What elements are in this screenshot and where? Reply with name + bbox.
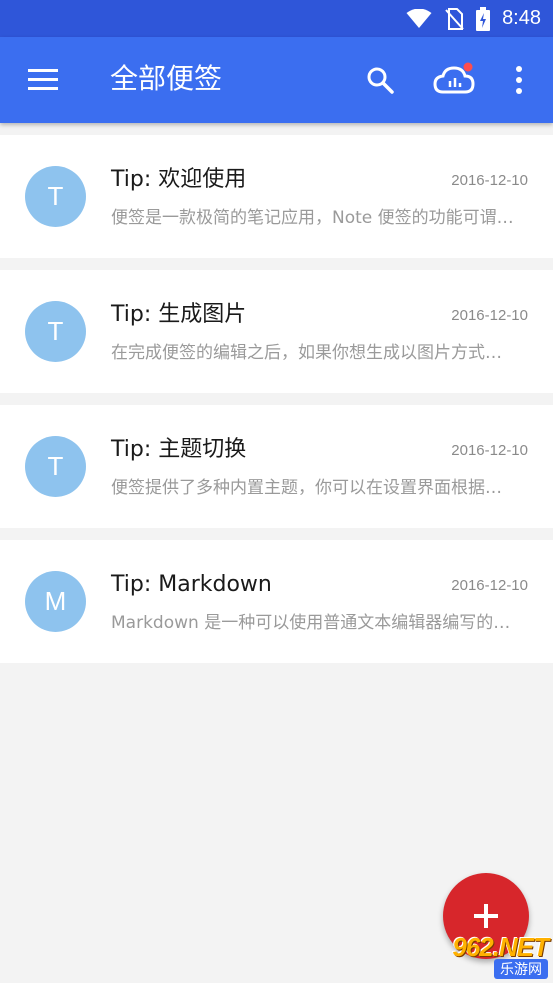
note-preview: 便签提供了多种内置主题，你可以在设置界面根据… xyxy=(111,478,502,498)
status-bar: 8:48 xyxy=(0,0,553,37)
note-date: 2016-12-10 xyxy=(451,307,528,324)
no-sim-icon xyxy=(444,7,464,30)
note-preview: 便签是一款极简的笔记应用，Note 便签的功能可谓… xyxy=(111,208,514,228)
add-note-button[interactable] xyxy=(443,873,529,959)
avatar: M xyxy=(25,571,86,632)
note-list: T Tip: 欢迎使用 2016-12-10 便签是一款极简的笔记应用，Note… xyxy=(0,135,553,675)
wifi-icon xyxy=(406,8,432,29)
note-title: Tip: Markdown xyxy=(111,572,272,597)
search-icon[interactable] xyxy=(359,59,401,101)
note-title: Tip: 主题切换 xyxy=(111,437,247,462)
cloud-sync-icon[interactable] xyxy=(433,59,475,101)
note-item[interactable]: M Tip: Markdown 2016-12-10 Markdown 是一种可… xyxy=(0,540,553,663)
note-date: 2016-12-10 xyxy=(451,442,528,459)
note-item[interactable]: T Tip: 生成图片 2016-12-10 在完成便签的编辑之后，如果你想生成… xyxy=(0,270,553,393)
note-title: Tip: 欢迎使用 xyxy=(111,167,247,192)
note-item[interactable]: T Tip: 主题切换 2016-12-10 便签提供了多种内置主题，你可以在设… xyxy=(0,405,553,528)
page-title: 全部便签 xyxy=(110,62,223,95)
status-time: 8:48 xyxy=(502,7,541,29)
plus-icon xyxy=(474,904,498,928)
avatar: T xyxy=(25,166,86,227)
avatar: T xyxy=(25,301,86,362)
watermark-sub: 乐游网 xyxy=(494,958,548,979)
avatar: T xyxy=(25,436,86,497)
more-vert-icon[interactable] xyxy=(498,59,540,101)
note-title: Tip: 生成图片 xyxy=(111,302,247,327)
note-preview: 在完成便签的编辑之后，如果你想生成以图片方式… xyxy=(111,343,502,363)
note-date: 2016-12-10 xyxy=(451,577,528,594)
note-date: 2016-12-10 xyxy=(451,172,528,189)
app-bar: 全部便签 xyxy=(0,37,553,123)
menu-icon[interactable] xyxy=(22,62,64,98)
battery-charging-icon xyxy=(476,6,491,31)
note-item[interactable]: T Tip: 欢迎使用 2016-12-10 便签是一款极简的笔记应用，Note… xyxy=(0,135,553,258)
note-preview: Markdown 是一种可以使用普通文本编辑器编写的… xyxy=(111,613,511,633)
